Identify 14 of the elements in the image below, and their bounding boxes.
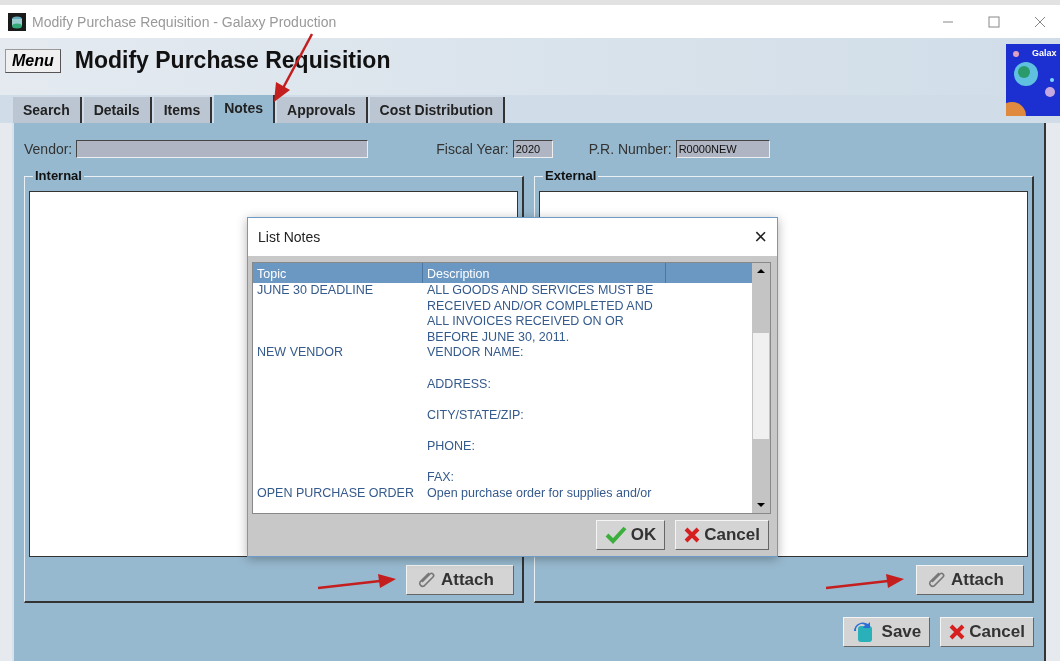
- description-cell-text: VENDOR NAME: ADDRESS: CITY/STATE/ZIP: PHONE: FAX:: [426, 345, 525, 486]
- topic-cell-text: NEW VENDOR: [256, 345, 345, 362]
- window-title: Modify Purchase Requisition - Galaxy Production: [32, 13, 337, 30]
- field-label: Fiscal Year:: [436, 141, 509, 157]
- field-label: Vendor:: [24, 141, 73, 157]
- dialog-title: List Notes: [258, 229, 321, 245]
- group-title: Internal: [33, 168, 84, 183]
- description-cell-text: ALL GOODS AND SERVICES MUST BE RECEIVED AND/OR COMPLETED AND ALL INVOICES RECEIVED ON OR BEFORE JUNE 30, 2011.: [426, 283, 655, 346]
- field-label: P.R. Number:: [588, 141, 672, 157]
- topic-cell-text: JUNE 30 DEADLINE: [256, 283, 374, 299]
- description-cell-text: Open purchase order for supplies and/or: [426, 485, 653, 502]
- topic-cell-text: OPEN PURCHASE ORDER: [256, 485, 415, 502]
- logo-text: Galax: [1032, 48, 1057, 58]
- group-title: External: [543, 168, 599, 183]
